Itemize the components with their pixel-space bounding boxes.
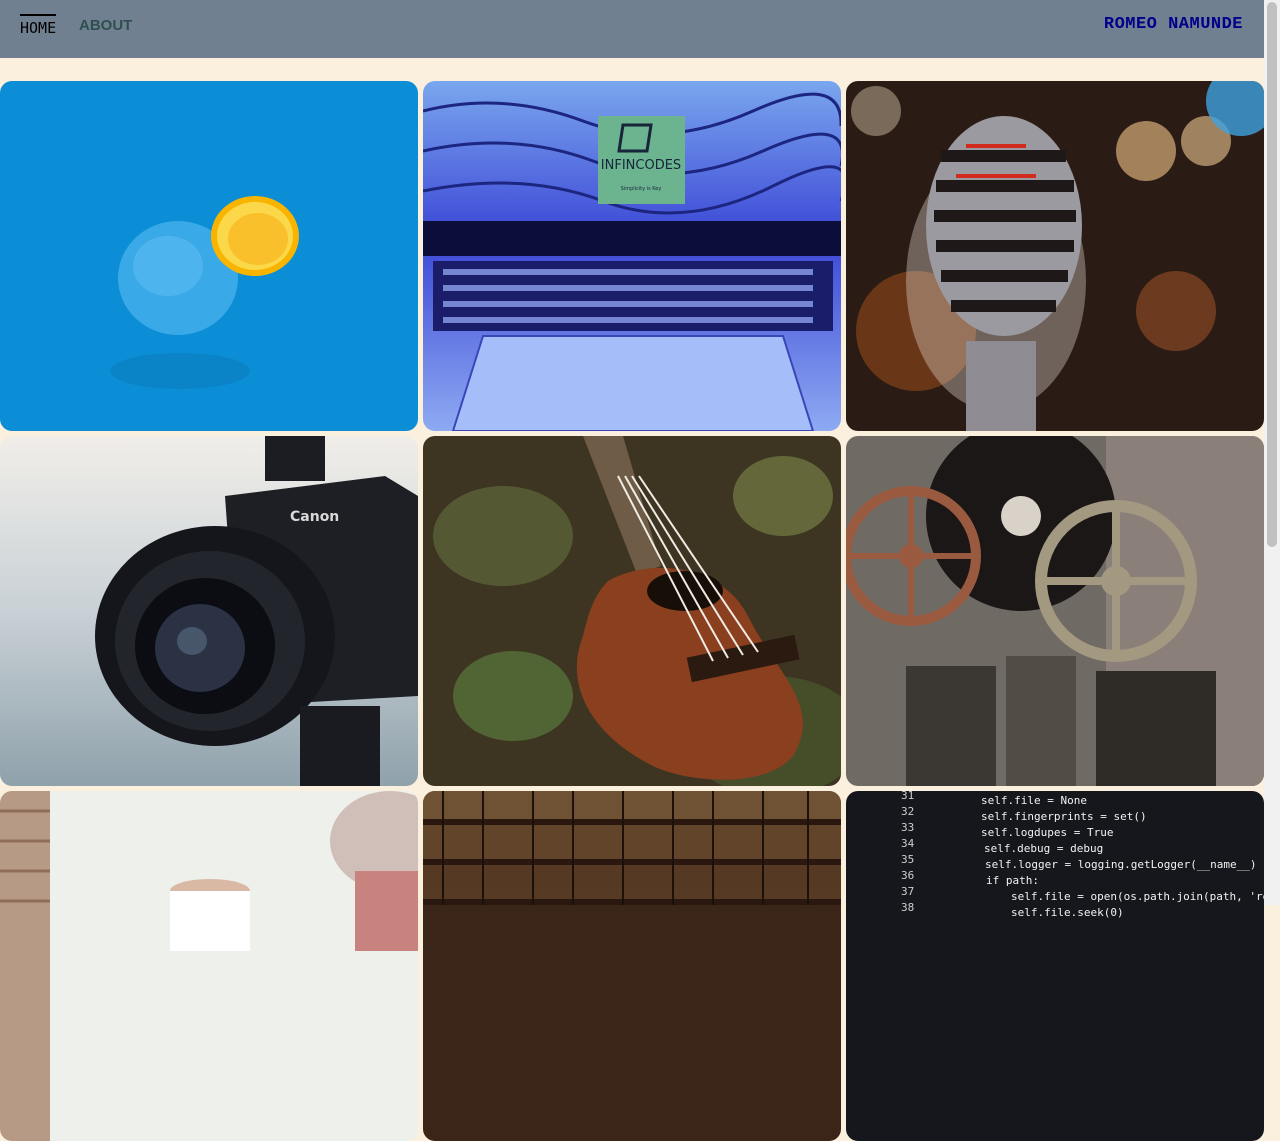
code-line: if path: [986, 874, 1039, 887]
gallery-image-microphone[interactable] [846, 81, 1264, 431]
code-line-number: 34 [901, 837, 915, 850]
code-line: self.file = open(os.path.join(path, 'req… [1011, 890, 1264, 903]
gallery-image-laptop[interactable]: INFINCODES Simplicity is Key [423, 81, 841, 431]
gallery-image-camera[interactable]: Canon [0, 436, 418, 786]
code-line-number: 37 [901, 885, 914, 898]
camera-brand: Canon [290, 509, 339, 525]
logo-text: INFINCODES [601, 158, 681, 173]
gallery-image-coffee[interactable] [0, 791, 418, 1141]
code-line-number: 36 [901, 869, 914, 882]
code-line: self.debug = debug [984, 842, 1103, 855]
code-line-number: 31 [901, 791, 914, 802]
gallery-image-film-reels[interactable] [846, 436, 1264, 786]
code-line: self.fingerprints = set() [981, 810, 1147, 823]
navbar: HOME ABOUT ROMEO NAMUNDE [0, 0, 1264, 58]
code-line: self.file.seek(0) [1011, 906, 1124, 919]
code-line-number: 32 [901, 805, 914, 818]
code-line: self.logdupes = True [981, 826, 1113, 839]
code-line-number: 33 [901, 821, 914, 834]
code-line-number: 38 [901, 901, 914, 914]
gallery-image-bookshelf[interactable] [423, 791, 841, 1141]
nav-home-link[interactable]: HOME [20, 14, 57, 37]
code-line-number: 35 [901, 853, 914, 866]
gallery-image-ukulele[interactable] [423, 436, 841, 786]
code-line: self.file = None [981, 794, 1087, 807]
photo-gallery: INFINCODES Simplicity is Key Canon 31 32… [0, 81, 1264, 1141]
nav-about-link[interactable]: ABOUT [79, 17, 132, 34]
page-scrollbar[interactable] [1264, 0, 1280, 905]
site-brand[interactable]: ROMEO NAMUNDE [1104, 15, 1243, 34]
gallery-image-orange[interactable] [0, 81, 418, 431]
scrollbar-thumb[interactable] [1267, 2, 1277, 547]
gallery-image-code[interactable]: 31 32 33 34 35 36 37 38 self.file = None… [846, 791, 1264, 1141]
logo-tagline: Simplicity is Key [621, 186, 662, 192]
code-line: self.logger = logging.getLogger(__name__… [985, 858, 1257, 871]
